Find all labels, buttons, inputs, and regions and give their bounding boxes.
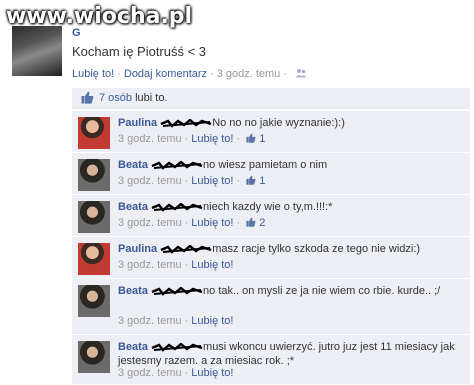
comment-timestamp[interactable]: 3 godz. temu — [118, 217, 182, 229]
thumbs-up-icon — [246, 133, 256, 145]
censor-scribble — [151, 285, 203, 297]
commenter-avatar[interactable] — [78, 341, 110, 373]
meta-separator: · — [283, 68, 287, 80]
commenter-name[interactable]: Paulina — [118, 243, 157, 255]
comment-like-link[interactable]: Lubię to! — [191, 315, 233, 327]
comment-body: Beata musi wkoncu uwierzyć. jutro juz je… — [118, 340, 463, 368]
commenter-avatar[interactable] — [78, 243, 110, 275]
comment-item: Beata musi wkoncu uwierzyć. jutro juz je… — [72, 334, 470, 384]
comment-timestamp[interactable]: 3 godz. temu — [118, 259, 182, 271]
comment-like-link[interactable]: Lubię to! — [191, 367, 233, 379]
comment-like-link[interactable]: Lubię to! — [191, 259, 233, 271]
censor-scribble — [160, 243, 212, 255]
comment-like-count[interactable]: 1 — [246, 133, 265, 145]
comment-item: Beata niech kazdy wie o ty,m.!!!:* 3 godz… — [72, 194, 470, 236]
comment-meta: 3 godz. temu · Lubię to! — [118, 315, 233, 327]
like-count-value: 1 — [259, 175, 266, 187]
meta-separator: · — [236, 175, 241, 187]
comment-timestamp[interactable]: 3 godz. temu — [118, 367, 182, 379]
meta-separator: · — [184, 175, 189, 187]
post-timestamp[interactable]: 3 godz. temu — [217, 68, 281, 80]
comment-timestamp[interactable]: 3 godz. temu — [118, 133, 182, 145]
comment-meta: 3 godz. temu · Lubię to! — [118, 367, 233, 379]
comment-body: Paulina masz racje tylko szkoda ze tego … — [118, 242, 463, 256]
add-comment-link[interactable]: Dodaj komentarz — [124, 68, 207, 80]
meta-separator: · — [236, 133, 241, 145]
commenter-avatar[interactable] — [78, 201, 110, 233]
meta-separator: · — [184, 133, 189, 145]
meta-separator: · — [117, 68, 121, 80]
thumbs-up-icon — [81, 91, 94, 104]
commenter-name[interactable]: Beata — [118, 341, 148, 353]
comment-body: Paulina No no no jakie wyznanie:):) — [118, 116, 463, 130]
comment-like-link[interactable]: Lubię to! — [191, 133, 233, 145]
likes-summary: 7 osób lubi to. — [72, 88, 470, 109]
post-meta: Lubię to! · Dodaj komentarz · 3 godz. temu · — [72, 68, 307, 80]
censor-scribble — [151, 159, 203, 171]
comment-meta: 3 godz. temu · Lubię to! — [118, 259, 233, 271]
comment-text: masz racje tylko szkoda ze tego nie widz… — [212, 243, 421, 255]
likes-text: 7 osób lubi to. — [99, 92, 168, 104]
comment-item: Paulina No no no jakie wyznanie:):) 3 god… — [72, 110, 470, 152]
meta-separator: · — [184, 315, 189, 327]
comment-text: niech kazdy wie o ty,m.!!!:* — [203, 201, 333, 213]
meta-separator: · — [184, 259, 189, 271]
meta-separator: · — [184, 367, 189, 379]
comment-text: no wiesz pamietam o nim — [203, 159, 328, 171]
like-count-value: 2 — [259, 217, 266, 229]
post-text: Kocham ię Piotruśś < 3 — [72, 44, 207, 59]
comment-meta: 3 godz. temu · Lubię to! · 1 — [118, 133, 265, 145]
watermark-logo: www.wiocha.pl — [6, 4, 193, 29]
comment-meta: 3 godz. temu · Lubię to! · 2 — [118, 217, 265, 229]
comment-text: no tak.. on mysli ze ja nie wiem co rbie… — [203, 285, 441, 297]
meta-separator: · — [236, 217, 241, 229]
censor-scribble — [160, 117, 212, 129]
comment-timestamp[interactable]: 3 godz. temu — [118, 175, 182, 187]
commenter-avatar[interactable] — [78, 117, 110, 149]
comment-text: No no no jakie wyznanie:):) — [212, 117, 345, 129]
likes-suffix: lubi to. — [132, 92, 168, 104]
post-author-avatar[interactable] — [12, 26, 62, 76]
censor-scribble — [151, 201, 203, 213]
post-like-link[interactable]: Lubię to! — [72, 68, 114, 80]
friends-audience-icon[interactable] — [295, 68, 307, 78]
comment-meta: 3 godz. temu · Lubię to! · 1 — [118, 175, 265, 187]
comment-body: Beata no wiesz pamietam o nim — [118, 158, 463, 172]
comment-timestamp[interactable]: 3 godz. temu — [118, 315, 182, 327]
comment-body: Beata no tak.. on mysli ze ja nie wiem c… — [118, 284, 463, 298]
comment-body: Beata niech kazdy wie o ty,m.!!!:* — [118, 200, 463, 214]
comment-like-link[interactable]: Lubię to! — [191, 175, 233, 187]
commenter-avatar[interactable] — [78, 159, 110, 191]
thumbs-up-icon — [246, 217, 256, 229]
commenter-name[interactable]: Beata — [118, 159, 148, 171]
thumbs-up-icon — [246, 175, 256, 187]
comment-like-count[interactable]: 1 — [246, 175, 265, 187]
comment-like-link[interactable]: Lubię to! — [191, 217, 233, 229]
commenter-name[interactable]: Beata — [118, 201, 148, 213]
censor-scribble — [151, 341, 203, 353]
meta-separator: · — [210, 68, 214, 80]
comment-like-count[interactable]: 2 — [246, 217, 265, 229]
commenter-avatar[interactable] — [78, 285, 110, 317]
comment-item: Beata no wiesz pamietam o nim 3 godz. tem… — [72, 152, 470, 194]
commenter-name[interactable]: Beata — [118, 285, 148, 297]
comment-item: Beata no tak.. on mysli ze ja nie wiem c… — [72, 278, 470, 334]
comment-item: Paulina masz racje tylko szkoda ze tego … — [72, 236, 470, 278]
commenter-name[interactable]: Paulina — [118, 117, 157, 129]
like-count-value: 1 — [259, 133, 266, 145]
meta-separator: · — [184, 217, 189, 229]
likers-link[interactable]: 7 osób — [99, 92, 132, 104]
